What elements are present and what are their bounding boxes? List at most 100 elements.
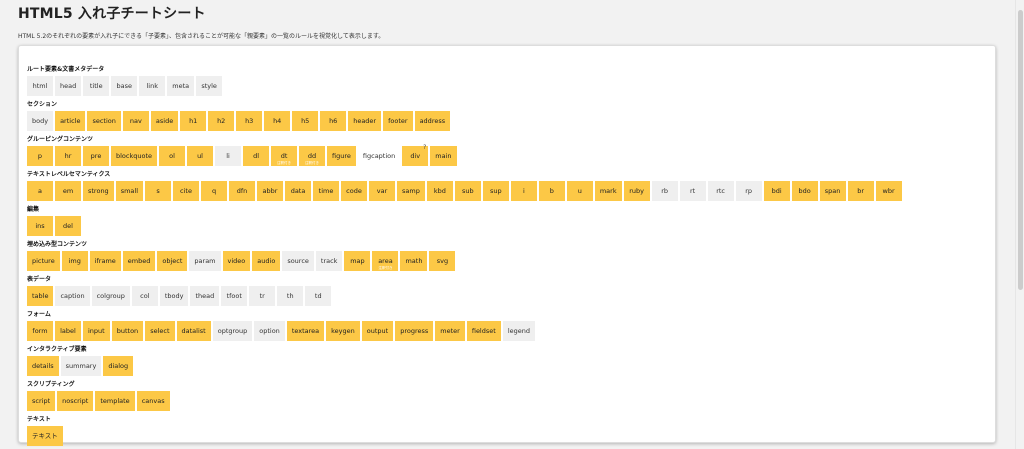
element-chip[interactable]: wbr xyxy=(875,181,902,201)
element-chip[interactable]: ul xyxy=(187,146,214,166)
element-chip[interactable]: ruby xyxy=(623,181,650,201)
element-chip[interactable]: h1 xyxy=(180,111,207,131)
element-chip[interactable]: picture xyxy=(27,251,60,271)
element-chip[interactable]: video xyxy=(222,251,251,271)
element-chip[interactable]: li xyxy=(215,146,242,166)
element-chip[interactable]: caption xyxy=(55,286,90,306)
element-chip[interactable]: hr xyxy=(55,146,81,166)
window-scrollbar[interactable] xyxy=(1015,0,1024,449)
element-chip[interactable]: iframe xyxy=(89,251,121,271)
element-chip[interactable]: h5 xyxy=(292,111,319,131)
element-chip[interactable]: source xyxy=(282,251,314,271)
element-chip[interactable]: section xyxy=(87,111,121,131)
element-chip[interactable]: kbd xyxy=(426,181,453,201)
element-chip[interactable]: rt xyxy=(679,181,706,201)
element-chip[interactable]: ol xyxy=(159,146,186,166)
element-chip[interactable]: h2 xyxy=(208,111,235,131)
element-chip[interactable]: form xyxy=(27,321,53,341)
element-chip[interactable]: data xyxy=(285,181,312,201)
element-chip[interactable]: summary xyxy=(60,356,102,376)
element-chip[interactable]: tbody xyxy=(159,286,189,306)
element-chip[interactable]: main xyxy=(430,146,457,166)
element-chip[interactable]: img xyxy=(61,251,88,271)
element-chip[interactable]: samp xyxy=(397,181,425,201)
element-chip[interactable]: p xyxy=(27,146,53,166)
element-chip[interactable]: output xyxy=(361,321,394,341)
element-chip[interactable]: footer xyxy=(383,111,413,131)
element-chip[interactable]: article xyxy=(55,111,86,131)
element-chip[interactable]: col xyxy=(131,286,158,306)
element-chip[interactable]: mark xyxy=(594,181,622,201)
element-chip[interactable]: dfn xyxy=(229,181,256,201)
element-chip[interactable]: dl xyxy=(243,146,270,166)
element-chip[interactable]: td xyxy=(305,286,332,306)
element-chip[interactable]: map xyxy=(344,251,371,271)
element-chip[interactable]: header xyxy=(348,111,382,131)
element-chip[interactable]: br xyxy=(847,181,874,201)
element-chip[interactable]: canvas xyxy=(136,391,170,411)
element-chip[interactable]: cite xyxy=(173,181,200,201)
element-chip[interactable]: rb xyxy=(651,181,678,201)
element-chip[interactable]: legend xyxy=(502,321,535,341)
element-chip[interactable]: optgroup xyxy=(212,321,253,341)
element-chip[interactable]: code xyxy=(341,181,368,201)
element-chip[interactable]: b xyxy=(538,181,565,201)
element-chip[interactable]: ins xyxy=(27,216,53,236)
element-chip[interactable]: a xyxy=(27,181,53,201)
element-chip[interactable]: option xyxy=(254,321,285,341)
element-chip[interactable]: noscript xyxy=(57,391,94,411)
element-chip[interactable]: div? xyxy=(402,145,429,166)
element-chip[interactable]: object xyxy=(157,251,188,271)
element-chip[interactable]: small xyxy=(115,181,144,201)
element-chip[interactable]: figcaption xyxy=(357,146,401,166)
element-chip[interactable]: body xyxy=(27,111,54,131)
element-chip[interactable]: pre xyxy=(83,146,109,166)
element-chip[interactable]: bdo xyxy=(791,181,818,201)
element-chip[interactable]: dialog xyxy=(103,356,134,376)
element-chip[interactable]: h6 xyxy=(320,111,347,131)
element-chip[interactable]: h3 xyxy=(236,111,263,131)
element-chip[interactable]: meter xyxy=(435,321,465,341)
element-chip[interactable]: var xyxy=(369,181,396,201)
element-chip[interactable]: nav xyxy=(122,111,149,131)
element-chip[interactable]: figure xyxy=(327,146,356,166)
element-chip[interactable]: title xyxy=(83,76,110,96)
element-chip[interactable]: aside xyxy=(150,111,179,131)
element-chip[interactable]: dd 注釈付き xyxy=(299,146,326,166)
element-chip[interactable]: bdi xyxy=(763,181,790,201)
element-chip[interactable]: s xyxy=(145,181,172,201)
element-chip[interactable]: del xyxy=(55,216,81,236)
element-chip[interactable]: area 注釈付き xyxy=(372,251,399,271)
element-chip[interactable]: q xyxy=(201,181,228,201)
element-chip[interactable]: select xyxy=(145,321,175,341)
element-chip[interactable]: audio xyxy=(252,251,281,271)
element-chip[interactable]: h4 xyxy=(264,111,291,131)
element-chip[interactable]: button xyxy=(111,321,144,341)
element-chip[interactable]: head xyxy=(55,76,82,96)
element-chip[interactable]: em xyxy=(55,181,81,201)
element-chip[interactable]: base xyxy=(111,76,138,96)
element-chip[interactable]: address xyxy=(414,111,451,131)
element-chip[interactable]: th xyxy=(277,286,304,306)
element-chip[interactable]: sub xyxy=(454,181,481,201)
element-chip[interactable]: blockquote xyxy=(111,146,158,166)
element-chip[interactable]: u xyxy=(566,181,593,201)
element-chip[interactable]: meta xyxy=(167,76,195,96)
element-chip[interactable]: abbr xyxy=(257,181,284,201)
element-chip[interactable]: rp xyxy=(735,181,762,201)
element-chip[interactable]: tfoot xyxy=(221,286,248,306)
element-chip[interactable]: embed xyxy=(122,251,156,271)
element-chip[interactable]: table xyxy=(27,286,54,306)
element-chip[interactable]: details xyxy=(27,356,59,376)
element-chip[interactable]: math xyxy=(400,251,428,271)
element-chip[interactable]: sup xyxy=(482,181,509,201)
element-chip[interactable]: dt 注釈付き xyxy=(271,146,298,166)
element-chip[interactable]: thead xyxy=(190,286,220,306)
element-chip[interactable]: strong xyxy=(83,181,114,201)
element-chip[interactable]: tr xyxy=(249,286,276,306)
element-chip[interactable]: param xyxy=(189,251,221,271)
element-chip[interactable]: track xyxy=(315,251,343,271)
element-chip[interactable]: fieldset xyxy=(466,321,501,341)
element-chip[interactable]: span xyxy=(819,181,846,201)
element-chip[interactable]: progress xyxy=(395,321,434,341)
